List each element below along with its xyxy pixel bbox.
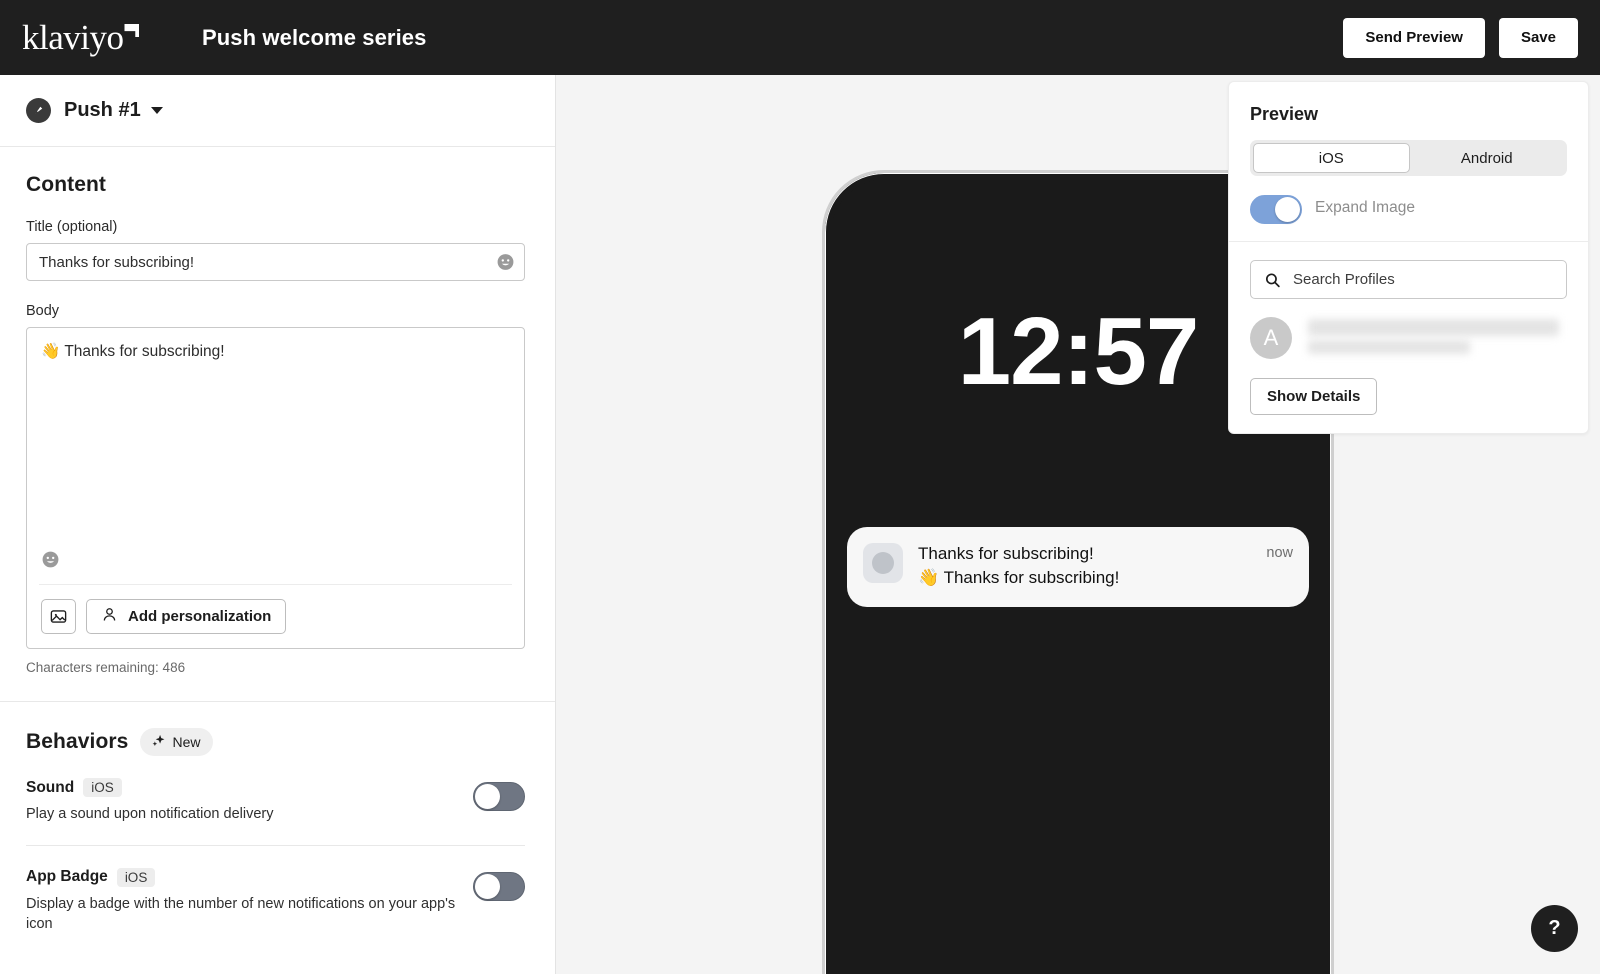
body-field-label: Body (26, 303, 60, 319)
left-editor-panel: Push #1 Content Title (optional) Thanks … (0, 75, 556, 974)
body-editor: 👋 Thanks for subscribing! Add personaliz… (26, 327, 525, 649)
person-icon (101, 606, 118, 627)
behavior-description: Play a sound upon notification delivery (26, 806, 274, 822)
search-profiles-wrap (1250, 260, 1567, 299)
klaviyo-logo-text: klaviyo (22, 18, 124, 57)
characters-remaining: Characters remaining: 486 (26, 660, 186, 675)
sound-toggle[interactable] (473, 782, 525, 811)
title-field-label: Title (optional) (26, 219, 118, 235)
notification-title: Thanks for subscribing! (918, 544, 1094, 563)
search-icon (1264, 271, 1281, 288)
message-selector[interactable]: Push #1 (0, 75, 555, 147)
notification-message: 👋 Thanks for subscribing! (918, 568, 1120, 588)
top-bar-actions: Send Preview Save (1343, 17, 1578, 58)
help-button[interactable]: ? (1531, 905, 1578, 952)
redacted-line-1 (1308, 319, 1559, 336)
notification-timestamp: now (1266, 545, 1293, 561)
app-icon-placeholder (863, 543, 903, 583)
behaviors-heading-row: Behaviors New (26, 728, 529, 756)
tab-android[interactable]: Android (1410, 143, 1565, 173)
sparkles-icon (151, 733, 166, 751)
behavior-row-app-badge: App Badge iOS Display a badge with the n… (26, 846, 525, 955)
preview-canvas: 12:57 Thanks for subscribing! 👋 Thanks f… (556, 75, 1600, 974)
toggle-knob (475, 784, 500, 809)
app-badge-toggle[interactable] (473, 871, 525, 901)
platform-badge: iOS (116, 867, 156, 887)
platform-badge: iOS (83, 778, 122, 797)
preview-panel-inner: Preview iOS Android Expand Image Search … (1229, 82, 1588, 433)
expand-image-label: Expand Image (1315, 198, 1415, 216)
preview-panel: Preview iOS Android Expand Image Search … (1228, 81, 1589, 434)
selected-profile-row[interactable]: A (1250, 317, 1567, 359)
add-personalization-button[interactable]: Add personalization (86, 599, 287, 634)
new-badge-label: New (172, 734, 201, 750)
body-emoji-row (27, 546, 524, 584)
profile-redacted-info (1306, 317, 1567, 359)
save-button[interactable]: Save (1498, 17, 1578, 58)
notification-body: Thanks for subscribing! 👋 Thanks for sub… (918, 543, 1243, 590)
behavior-texts: App Badge iOS Display a badge with the n… (26, 867, 473, 935)
behavior-description: Display a badge with the number of new n… (26, 895, 456, 933)
search-profiles-input[interactable] (1250, 260, 1567, 299)
redacted-line-2 (1308, 340, 1470, 354)
klaviyo-logo-mark-icon (124, 24, 140, 37)
platform-segmented-control: iOS Android (1250, 140, 1567, 176)
push-editor-app: klaviyo Push welcome series Send Preview… (0, 0, 1600, 974)
preview-divider (1229, 241, 1588, 242)
content-heading: Content (26, 173, 107, 196)
preview-heading: Preview (1250, 104, 1319, 124)
show-details-button[interactable]: Show Details (1250, 378, 1378, 415)
push-notification-icon (26, 98, 51, 123)
insert-image-button[interactable] (41, 599, 76, 634)
new-badge: New (140, 728, 214, 756)
message-name: Push #1 (64, 99, 141, 121)
emoji-picker-icon-title[interactable] (496, 253, 515, 272)
avatar: A (1250, 317, 1292, 359)
behavior-title: App Badge (26, 868, 108, 886)
tab-ios[interactable]: iOS (1253, 143, 1410, 173)
add-personalization-label: Add personalization (128, 608, 272, 625)
title-field-wrap (26, 243, 529, 281)
top-bar: klaviyo Push welcome series Send Preview… (0, 0, 1600, 75)
behavior-title-row: App Badge iOS (26, 867, 457, 887)
send-preview-button[interactable]: Send Preview (1343, 17, 1485, 58)
app-icon-dot (872, 552, 894, 574)
toggle-knob (475, 873, 500, 899)
toggle-knob (1275, 197, 1300, 222)
body-textarea[interactable]: 👋 Thanks for subscribing! (27, 328, 524, 546)
behavior-title-row: Sound iOS (26, 778, 457, 797)
chevron-down-icon[interactable] (150, 107, 163, 114)
main-area: Push #1 Content Title (optional) Thanks … (0, 75, 1600, 974)
title-input[interactable] (26, 243, 525, 281)
expand-image-row: Expand Image (1250, 191, 1567, 241)
behaviors-heading: Behaviors (26, 730, 129, 753)
behavior-title: Sound (26, 778, 75, 796)
klaviyo-logo[interactable]: klaviyo (22, 20, 162, 55)
body-toolbar: Add personalization (27, 585, 524, 648)
notification-card[interactable]: Thanks for subscribing! 👋 Thanks for sub… (847, 527, 1309, 608)
behavior-row-sound: Sound iOS Play a sound upon notification… (26, 756, 525, 846)
expand-image-toggle[interactable] (1250, 195, 1302, 224)
page-title: Push welcome series (202, 24, 427, 50)
content-section: Content Title (optional) Body (0, 147, 555, 701)
behavior-texts: Sound iOS Play a sound upon notification… (26, 778, 473, 825)
emoji-picker-icon-body[interactable] (41, 551, 60, 573)
behaviors-section: Behaviors New Sound iOS Play a sound upo… (0, 702, 555, 955)
